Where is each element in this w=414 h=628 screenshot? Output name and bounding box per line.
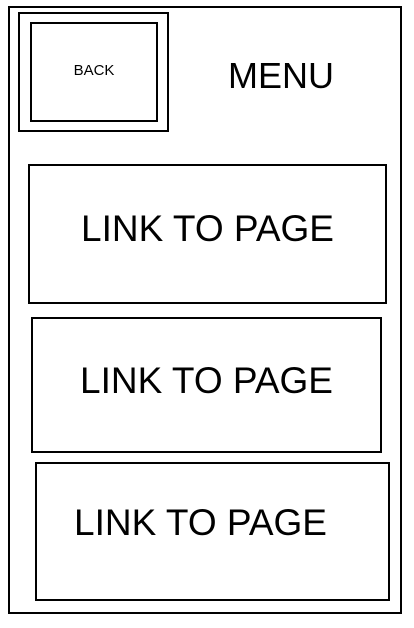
back-button-label: BACK bbox=[73, 61, 115, 79]
link-label: LINK TO PAGE bbox=[80, 360, 333, 401]
link-label: LINK TO PAGE bbox=[74, 501, 327, 543]
back-button[interactable]: BACK bbox=[30, 22, 158, 122]
link-to-page-button-1[interactable]: LINK TO PAGE bbox=[28, 164, 387, 304]
link-to-page-button-3[interactable]: LINK TO PAGE bbox=[35, 462, 390, 601]
link-label: LINK TO PAGE bbox=[81, 208, 334, 249]
page-title: MENU bbox=[228, 55, 334, 96]
link-to-page-button-2[interactable]: LINK TO PAGE bbox=[31, 317, 382, 453]
